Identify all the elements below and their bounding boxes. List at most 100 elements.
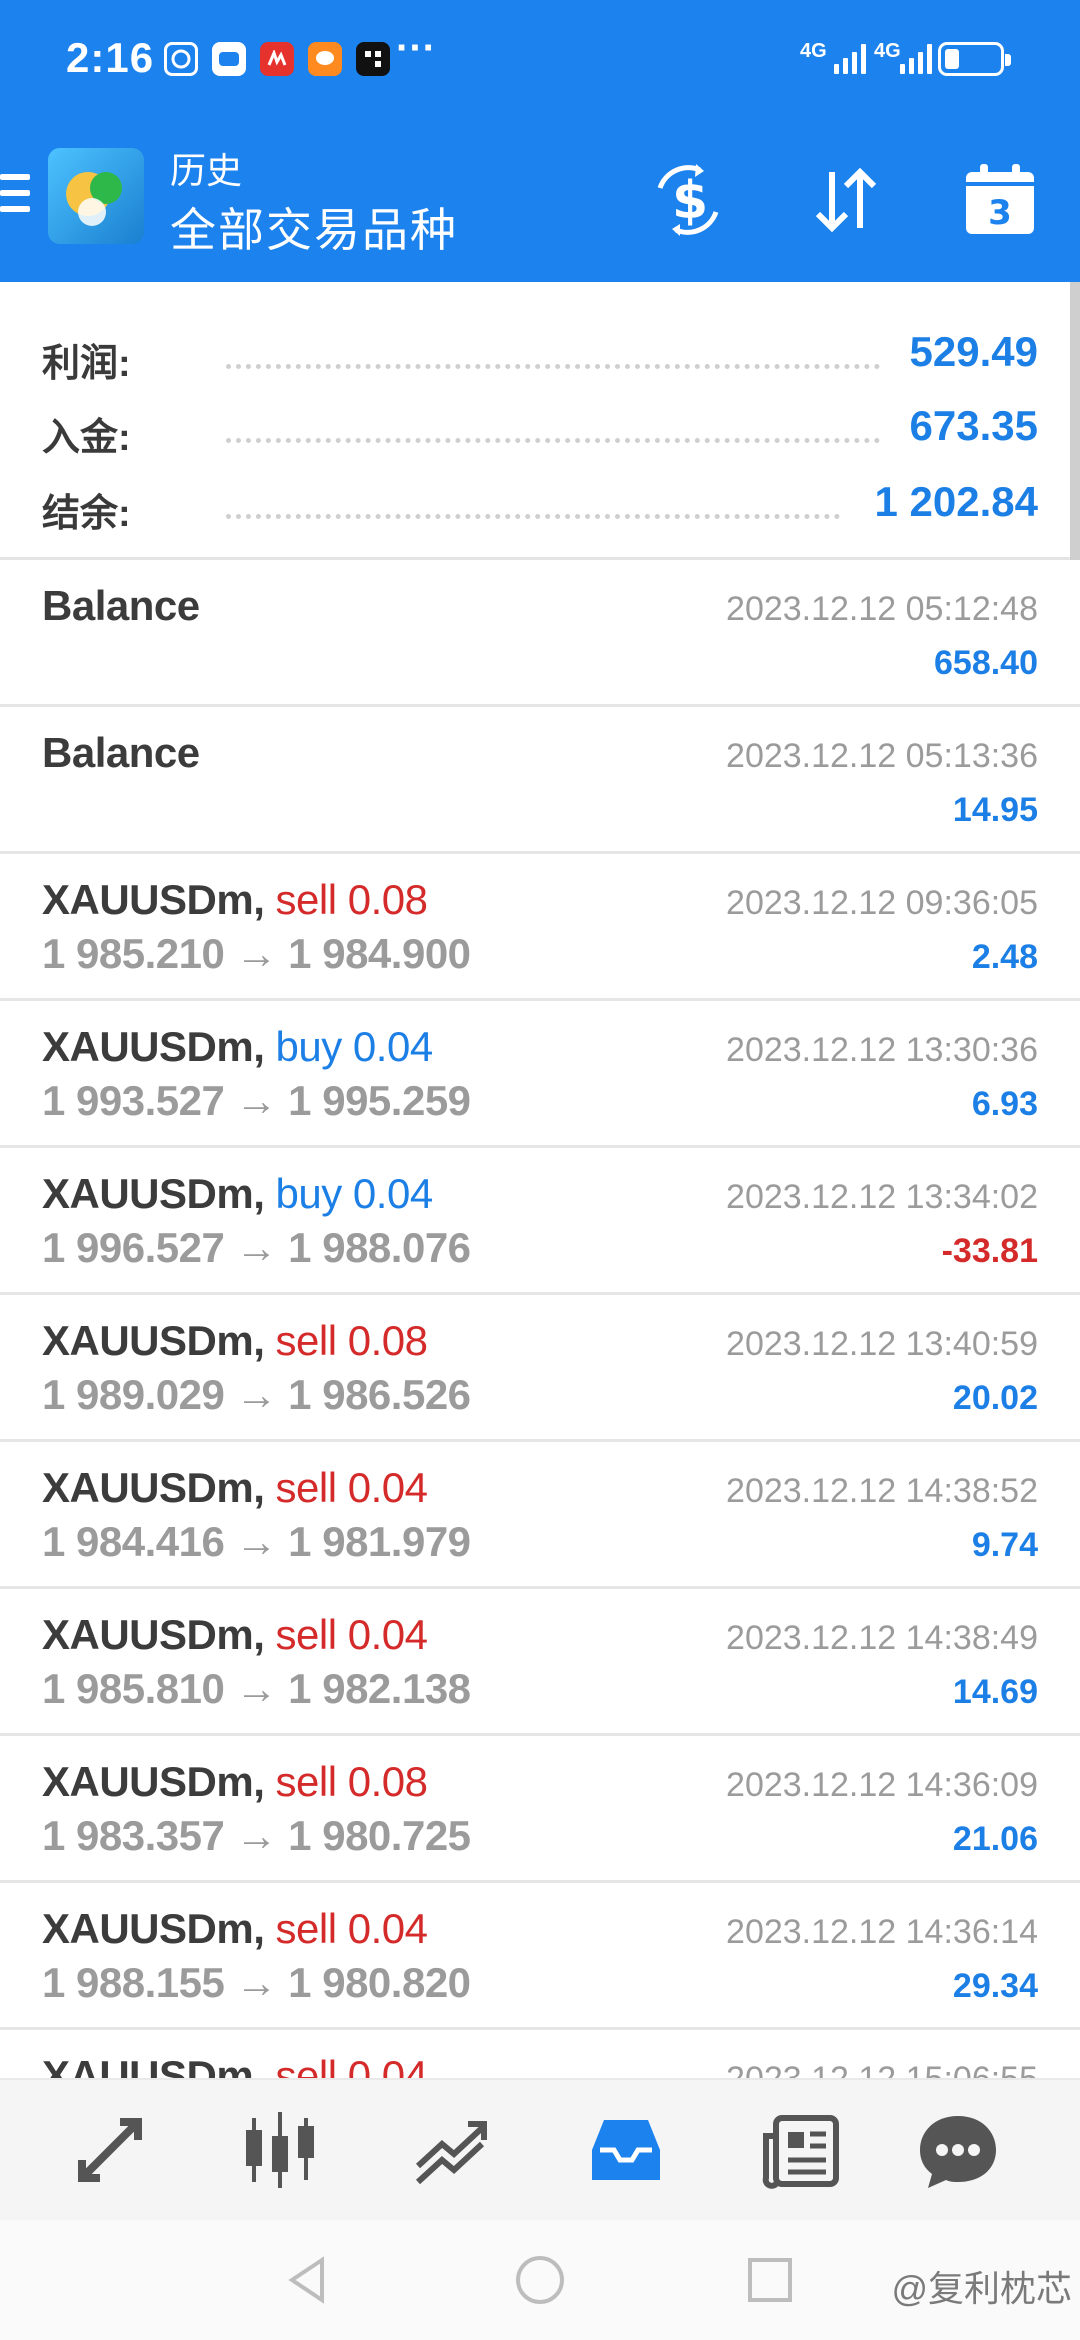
item-profit: 658.40 (934, 644, 1038, 682)
list-item[interactable]: XAUUSDm, sell 0.08 1 985.210 → 1 984.900… (0, 854, 1080, 1001)
item-symbol: XAUUSDm, sell 0.04 (42, 1464, 428, 1511)
app-bar: 历史 全部交易品种 $ 3 (0, 118, 1080, 282)
notification-icons (164, 42, 390, 76)
item-prices: 1 989.029 → 1 986.526 (42, 1371, 471, 1418)
item-side: sell 0.08 (275, 876, 428, 923)
trade-icon[interactable] (402, 2102, 498, 2198)
summary-dots (226, 438, 880, 443)
item-prices: 1 993.527 → 1 995.259 (42, 1077, 471, 1124)
summary-dots (226, 364, 880, 369)
menu-icon[interactable] (0, 174, 30, 212)
item-profit: 6.93 (971, 1085, 1038, 1123)
item-profit: 21.06 (952, 1820, 1038, 1858)
list-item[interactable]: XAUUSDm, sell 0.04 2023.12.12 15:06:55 (0, 2030, 1080, 2078)
item-profit: 29.34 (952, 1967, 1038, 2005)
more-notifications-icon: ··· (396, 26, 436, 70)
item-symbol: Balance (42, 582, 200, 629)
item-profit: 2.48 (971, 938, 1038, 976)
item-side: sell 0.04 (275, 1464, 428, 1511)
chart-icon[interactable] (232, 2102, 328, 2198)
item-date: 2023.12.12 14:36:14 (726, 1913, 1038, 1951)
item-date: 2023.12.12 13:30:36 (726, 1031, 1038, 1069)
item-date: 2023.12.12 14:38:52 (726, 1472, 1038, 1510)
item-date: 2023.12.12 14:38:49 (726, 1619, 1038, 1657)
summary-value: 673.35 (909, 402, 1038, 449)
list-item[interactable]: XAUUSDm, buy 0.04 1 993.527 → 1 995.259 … (0, 1001, 1080, 1148)
signal-bars-1-icon (834, 44, 866, 74)
scrollbar[interactable] (1070, 282, 1080, 582)
watermark-text: @复利枕芯 (891, 2268, 1072, 2309)
app-notif-icon (164, 42, 198, 76)
item-prices: 1 996.527 → 1 988.076 (42, 1224, 471, 1271)
summary-row-deposit: 入金: 673.35 (0, 392, 1080, 468)
item-prices: 1 983.357 → 1 980.725 (42, 1812, 471, 1859)
list-item[interactable]: XAUUSDm, sell 0.04 1 988.155 → 1 980.820… (0, 1883, 1080, 2030)
summary-label: 结余: (42, 493, 131, 535)
list-item[interactable]: XAUUSDm, buy 0.04 1 996.527 → 1 988.076 … (0, 1148, 1080, 1295)
summary-row-balance: 结余: 1 202.84 (0, 468, 1080, 544)
item-side: buy 0.04 (275, 1023, 434, 1070)
summary-label: 入金: (42, 417, 131, 459)
item-profit: -33.81 (941, 1232, 1038, 1270)
battery-icon (938, 42, 1011, 76)
top-header: 2:16 ··· 4G 4G 历史 全部交易品种 $ 3 (0, 0, 1080, 282)
item-date: 2023.12.12 14:36:09 (726, 1766, 1038, 1804)
signal-label-1: 4G (800, 40, 827, 62)
news-icon[interactable] (754, 2102, 850, 2198)
list-item[interactable]: XAUUSDm, sell 0.04 1 984.416 → 1 981.979… (0, 1442, 1080, 1589)
messages-icon[interactable] (910, 2102, 1006, 2198)
item-profit: 14.69 (952, 1673, 1038, 1711)
item-profit: 14.95 (952, 791, 1038, 829)
recents-icon[interactable] (740, 2250, 800, 2310)
item-side: sell 0.08 (275, 1758, 428, 1805)
bottom-nav (0, 2078, 1080, 2220)
list-item[interactable]: XAUUSDm, sell 0.08 1 983.357 → 1 980.725… (0, 1736, 1080, 1883)
item-prices: 1 984.416 → 1 981.979 (42, 1518, 471, 1565)
history-list[interactable]: Balance 2023.12.12 05:12:48 658.40 Balan… (0, 560, 1080, 2078)
item-side: sell 0.08 (275, 1317, 428, 1364)
calendar-day-number: 3 (988, 193, 1012, 233)
item-prices: 1 985.810 → 1 982.138 (42, 1665, 471, 1712)
list-item[interactable]: XAUUSDm, sell 0.08 1 989.029 → 1 986.526… (0, 1295, 1080, 1442)
item-profit: 9.74 (971, 1526, 1038, 1564)
summary-panel: 利润: 529.49 入金: 673.35 结余: 1 202.84 (0, 282, 1080, 560)
currency-exchange-icon[interactable]: $ (646, 158, 730, 242)
item-date: 2023.12.12 09:36:05 (726, 884, 1038, 922)
item-date: 2023.12.12 05:13:36 (726, 737, 1038, 775)
history-icon[interactable] (578, 2102, 674, 2198)
list-item[interactable]: Balance 2023.12.12 05:12:48 658.40 (0, 560, 1080, 707)
item-date: 2023.12.12 05:12:48 (726, 590, 1038, 628)
summary-value: 529.49 (909, 328, 1038, 375)
item-symbol: XAUUSDm, sell 0.08 (42, 1758, 428, 1805)
quotes-icon[interactable] (62, 2102, 158, 2198)
video-notif-icon (212, 42, 246, 76)
summary-value: 1 202.84 (874, 478, 1039, 525)
home-icon[interactable] (510, 2250, 570, 2310)
item-date: 2023.12.12 15:06:55 (726, 2060, 1038, 2078)
item-prices: 1 985.210 → 1 984.900 (42, 930, 471, 977)
summary-label: 利润: (42, 343, 131, 385)
item-symbol: XAUUSDm, buy 0.04 (42, 1170, 433, 1217)
status-bar: 2:16 ··· 4G 4G (0, 0, 1080, 118)
page-title[interactable]: 全部交易品种 (170, 194, 458, 260)
page-title-small: 历史 (170, 150, 243, 191)
signal-bars-2-icon (900, 44, 932, 74)
summary-dots (226, 514, 840, 519)
calendar-icon[interactable]: 3 (958, 158, 1042, 242)
list-item[interactable]: Balance 2023.12.12 05:13:36 14.95 (0, 707, 1080, 854)
item-side: sell 0.04 (275, 1611, 428, 1658)
back-icon[interactable] (278, 2250, 338, 2310)
item-symbol: XAUUSDm, sell 0.04 (42, 1611, 428, 1658)
list-item[interactable]: XAUUSDm, sell 0.04 1 985.810 → 1 982.138… (0, 1589, 1080, 1736)
item-symbol: XAUUSDm, sell 0.04 (42, 2052, 428, 2078)
status-time: 2:16 (66, 34, 155, 81)
item-date: 2023.12.12 13:40:59 (726, 1325, 1038, 1363)
item-symbol: Balance (42, 729, 200, 776)
sort-icon[interactable] (804, 158, 888, 242)
item-symbol: XAUUSDm, sell 0.08 (42, 876, 428, 923)
news-notif-icon (260, 42, 294, 76)
item-symbol: XAUUSDm, sell 0.08 (42, 1317, 428, 1364)
item-profit: 20.02 (952, 1379, 1038, 1417)
item-prices: 1 988.155 → 1 980.820 (42, 1959, 471, 2006)
item-symbol: XAUUSDm, buy 0.04 (42, 1023, 434, 1070)
